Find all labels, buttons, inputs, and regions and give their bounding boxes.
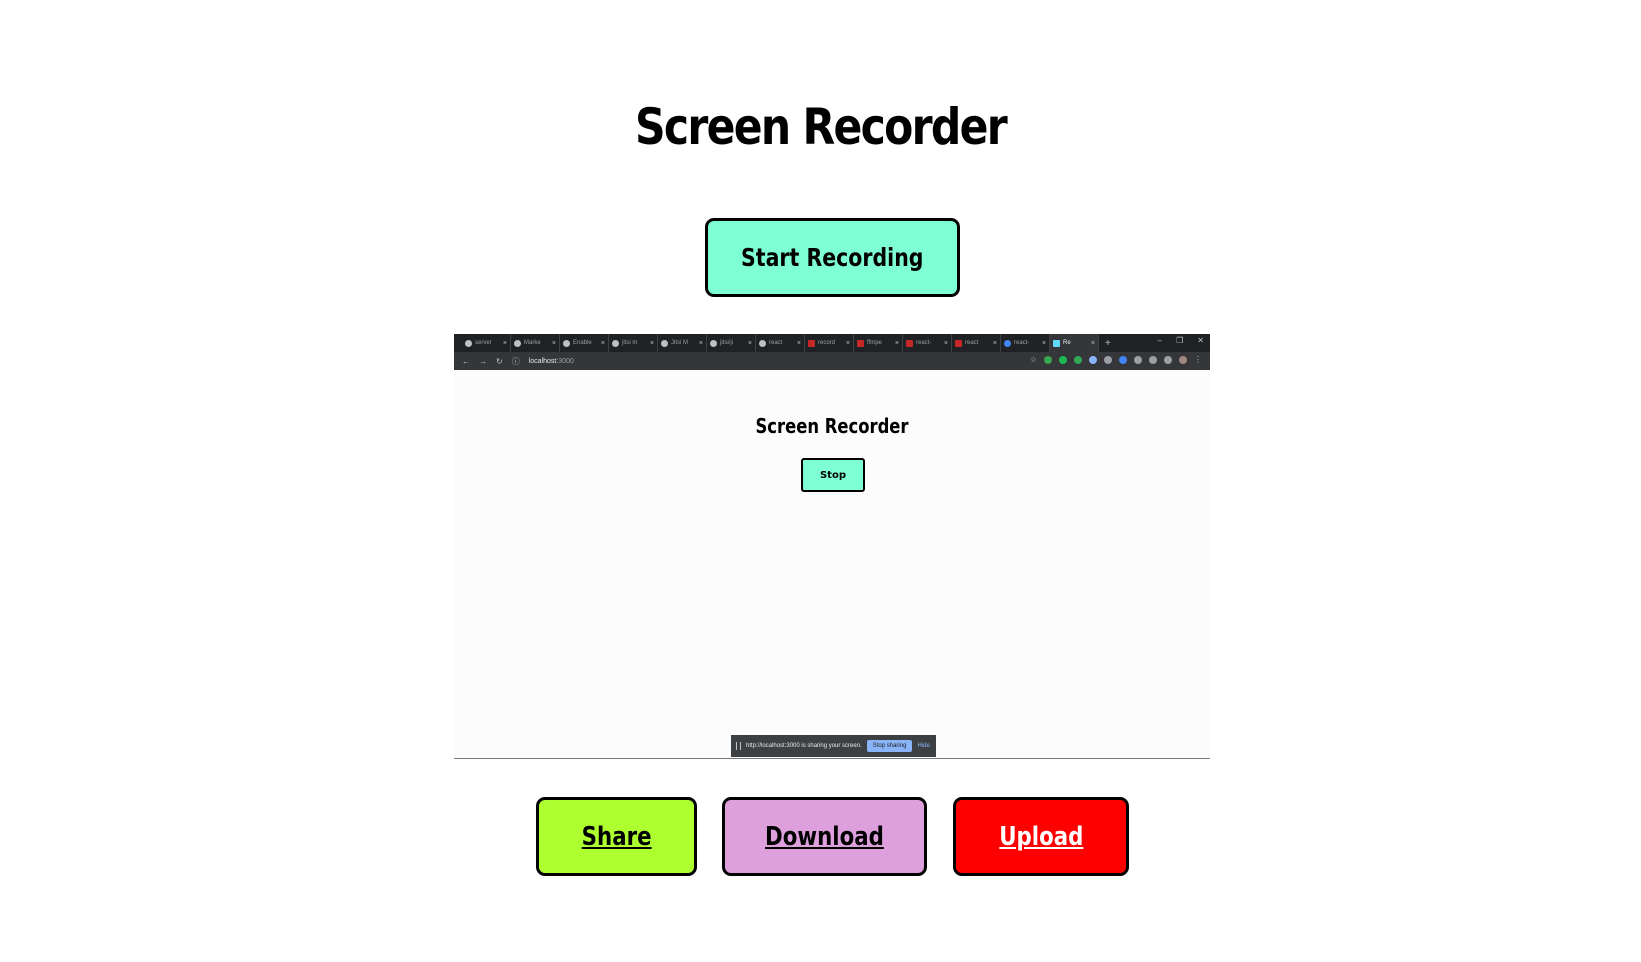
tab-favicon-icon: [808, 339, 815, 347]
preview-url: localhost:3000: [528, 357, 574, 365]
close-icon: ×: [502, 339, 507, 347]
tab-favicon-icon: [759, 339, 766, 347]
upload-button[interactable]: Upload: [953, 797, 1129, 876]
extension-icon: [1119, 356, 1127, 364]
extension-icon: [1044, 356, 1052, 364]
preview-tab: react- ×: [903, 334, 952, 352]
preview-tab: Enable ×: [560, 334, 609, 352]
tab-favicon-icon: [465, 339, 472, 347]
start-recording-button[interactable]: Start Recording: [705, 218, 960, 297]
star-icon: ☆: [1029, 355, 1037, 364]
info-icon: ⓘ: [511, 356, 520, 366]
preview-tab: jitsi m ×: [609, 334, 658, 352]
start-recording-label: Start Recording: [741, 243, 924, 272]
page-title: Screen Recorder: [634, 98, 1008, 156]
share-button[interactable]: Share: [536, 797, 697, 876]
tab-favicon-icon: [955, 339, 962, 347]
extension-icon: [1104, 356, 1112, 364]
more-icon: ⋮: [1194, 355, 1202, 364]
reload-icon: ↻: [496, 356, 503, 366]
extension-icon: [1059, 356, 1067, 364]
preview-tab: record ×: [805, 334, 854, 352]
close-icon: ×: [1090, 339, 1095, 347]
preview-tab: react- ×: [1001, 334, 1050, 352]
tab-favicon-icon: [514, 339, 521, 347]
upload-label: Upload: [998, 821, 1084, 852]
stop-sharing-button: Stop sharing: [866, 740, 913, 752]
download-button[interactable]: Download: [722, 797, 927, 876]
tab-favicon-icon: [906, 339, 913, 347]
hide-button: Hide: [917, 743, 930, 749]
preview-tab: react ×: [756, 334, 805, 352]
video-bottom-border: [454, 758, 1210, 759]
tab-favicon-icon: [1053, 339, 1060, 347]
tab-favicon-icon: [710, 339, 717, 347]
close-icon: ×: [943, 339, 948, 347]
tab-favicon-icon: [563, 339, 570, 347]
close-icon: ×: [894, 339, 899, 347]
extension-icons: ☆ ⋮: [1030, 356, 1202, 364]
close-icon: ×: [1041, 339, 1046, 347]
preview-tab: ffmpe ×: [854, 334, 903, 352]
puzzle-icon: [1149, 356, 1157, 364]
close-icon: ×: [551, 339, 556, 347]
close-icon: ×: [698, 339, 703, 347]
drag-handle-icon: [736, 742, 741, 750]
close-window-icon: ✕: [1197, 336, 1204, 345]
sharing-text: http://localhost:3000 is sharing your sc…: [746, 743, 862, 749]
close-icon: ×: [845, 339, 850, 347]
minimize-icon: –: [1157, 336, 1163, 345]
preview-tab: Marke ×: [511, 334, 560, 352]
preview-tab: jitsi/ji ×: [707, 334, 756, 352]
preview-tab: react ×: [952, 334, 1001, 352]
avatar-icon: [1179, 356, 1187, 364]
forward-icon: →: [479, 356, 487, 366]
extension-icon: [1134, 356, 1142, 364]
screen-sharing-bar: http://localhost:3000 is sharing your sc…: [731, 735, 936, 757]
screen-recorder-page: Screen Recorder Start Recording server × …: [0, 0, 1641, 962]
preview-browser-tabbar: server × Marke × Enable × jitsi m × Jitsi M ×…: [454, 334, 1210, 352]
preview-tab: server ×: [462, 334, 511, 352]
extension-icon: [1074, 356, 1082, 364]
preview-tab: Jitsi M ×: [658, 334, 707, 352]
extension-icon: [1089, 356, 1097, 364]
download-label: Download: [765, 821, 884, 852]
new-tab-icon: +: [1105, 337, 1111, 349]
share-label: Share: [581, 821, 652, 852]
recording-preview-video[interactable]: server × Marke × Enable × jitsi m × Jitsi M ×…: [454, 334, 1210, 758]
tab-favicon-icon: [661, 339, 668, 347]
preview-inner-title: Screen Recorder: [755, 414, 909, 438]
close-icon: ×: [649, 339, 654, 347]
tab-favicon-icon: [612, 339, 619, 347]
preview-tab-active: Re ×: [1050, 334, 1099, 352]
tab-favicon-icon: [1004, 339, 1011, 347]
maximize-icon: ❐: [1176, 336, 1184, 345]
preview-address-bar: ← → ↻ ⓘ localhost:3000 ☆ ⋮: [454, 352, 1210, 370]
preview-stop-button: Stop: [801, 458, 865, 492]
extension-icon: [1164, 356, 1172, 364]
close-icon: ×: [747, 339, 752, 347]
close-icon: ×: [600, 339, 605, 347]
window-controls: – ❐ ✕: [1158, 336, 1204, 345]
tab-favicon-icon: [857, 339, 864, 347]
back-icon: ←: [462, 356, 470, 366]
close-icon: ×: [796, 339, 801, 347]
close-icon: ×: [992, 339, 997, 347]
